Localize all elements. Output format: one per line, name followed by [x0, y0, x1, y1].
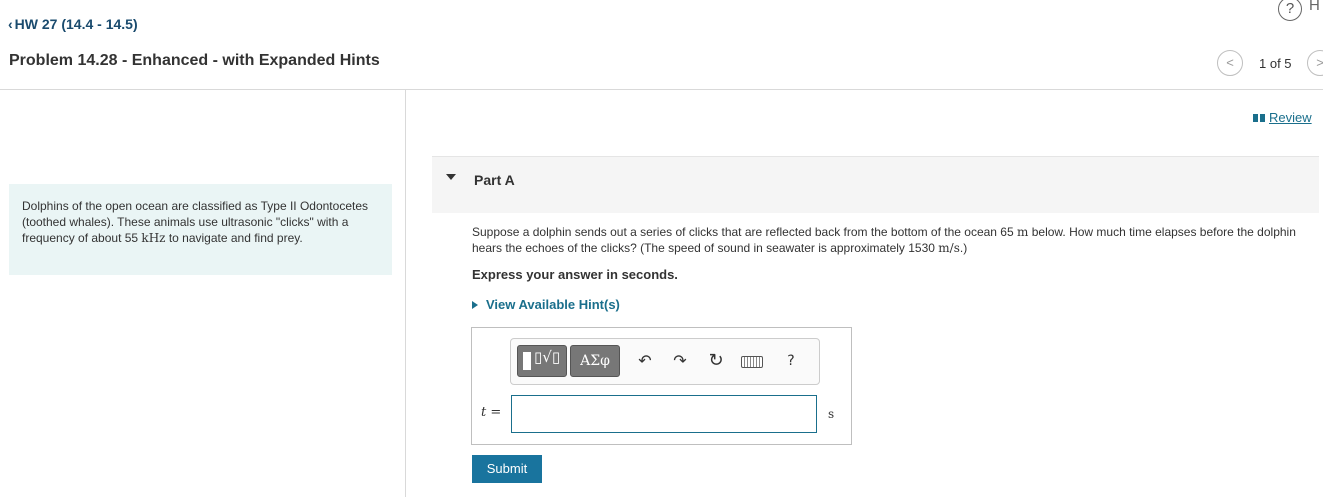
review-link[interactable]: Review	[1253, 110, 1312, 125]
fraction-radical-icon: ▯√▯	[534, 348, 561, 366]
caret-right-icon	[472, 300, 478, 309]
answer-input[interactable]	[511, 395, 817, 433]
reset-icon[interactable]: ↻	[703, 348, 729, 374]
question-text-3: .)	[959, 241, 968, 255]
back-link-label: HW 27 (14.4 - 14.5)	[14, 16, 138, 32]
previous-problem-button[interactable]: <	[1217, 50, 1243, 76]
chevron-left-icon: ‹	[8, 16, 13, 32]
question-unit-m: m	[1017, 225, 1029, 239]
keyboard-icon[interactable]	[739, 348, 765, 374]
view-hints-link[interactable]: View Available Hint(s)	[472, 297, 620, 312]
part-a-header[interactable]	[432, 156, 1319, 213]
problem-title: Problem 14.28 - Enhanced - with Expanded…	[9, 52, 380, 69]
answer-variable-label: t =	[481, 405, 501, 420]
block-icon	[523, 352, 531, 370]
question-mark-icon[interactable]: ?	[778, 348, 804, 374]
header-divider	[0, 89, 1323, 90]
question-text: Suppose a dolphin sends out a series of …	[472, 224, 1312, 256]
submit-button[interactable]: Submit	[472, 455, 542, 483]
question-unit-mps: m/s	[938, 241, 960, 255]
hints-label: View Available Hint(s)	[486, 297, 620, 312]
review-label: Review	[1269, 110, 1312, 125]
symbols-button[interactable]: ΑΣφ	[570, 345, 620, 377]
problem-counter: 1 of 5	[1259, 56, 1292, 71]
part-title: Part A	[474, 172, 515, 188]
problem-intro: Dolphins of the open ocean are classifie…	[9, 184, 392, 275]
undo-icon[interactable]: ↶	[632, 348, 658, 374]
answer-instruction: Express your answer in seconds.	[472, 267, 678, 282]
back-to-assignment-link[interactable]: ‹ HW 27 (14.4 - 14.5)	[8, 16, 138, 32]
next-problem-button[interactable]: >	[1307, 50, 1323, 76]
help-label-partial[interactable]: H	[1309, 0, 1320, 14]
equals-sign: =	[486, 405, 502, 420]
question-text-1: Suppose a dolphin sends out a series of …	[472, 225, 1017, 239]
templates-button[interactable]: ▯√▯	[517, 345, 567, 377]
caret-down-icon[interactable]	[446, 174, 456, 180]
help-icon[interactable]: ?	[1278, 0, 1302, 21]
book-icon	[1253, 113, 1265, 122]
answer-unit: s	[828, 407, 835, 421]
intro-text-end: to navigate and find prey.	[165, 231, 303, 245]
redo-icon[interactable]: ↷	[667, 348, 693, 374]
intro-unit: kHz	[141, 231, 166, 245]
pane-divider	[405, 90, 406, 497]
